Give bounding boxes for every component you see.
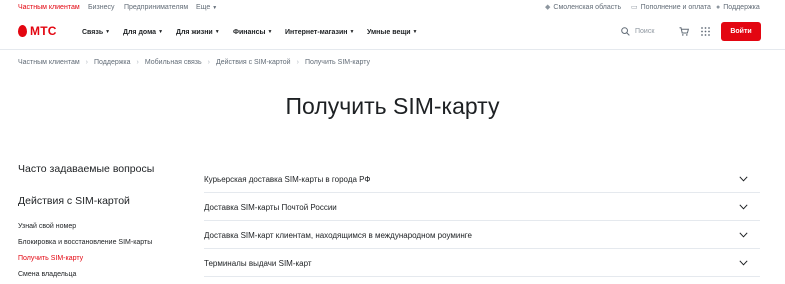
- chevron-down-icon: ▼: [214, 29, 220, 35]
- segment-entrepreneurs[interactable]: Предпринимателям: [124, 4, 188, 12]
- sidebar-item-get-sim[interactable]: Получить SIM-карту: [18, 255, 83, 263]
- support-label: Поддержка: [723, 4, 760, 11]
- support-link[interactable]: ● Поддержка: [716, 4, 760, 12]
- segment-more[interactable]: Еще ▼: [196, 4, 217, 12]
- mts-logo[interactable]: МТС: [18, 25, 57, 37]
- accordion-item[interactable]: Курьерская доставка SIM-карты в города Р…: [204, 165, 760, 193]
- search-placeholder: Поиск: [635, 28, 655, 35]
- chevron-down-icon: [739, 204, 748, 210]
- sidebar-item-find-number[interactable]: Узнай свой номер: [18, 223, 76, 231]
- help-circle-icon: ●: [716, 4, 721, 11]
- chevron-down-icon: ▼: [212, 5, 218, 11]
- nav-label: Связь: [82, 29, 104, 36]
- chevron-right-icon: ›: [207, 59, 210, 66]
- chevron-right-icon: ›: [85, 59, 88, 66]
- nav-home[interactable]: Для дома ▼: [123, 28, 163, 37]
- nav-connection[interactable]: Связь ▼: [82, 28, 110, 37]
- card-icon: ▭: [631, 4, 638, 11]
- accordion-item[interactable]: Доставка SIM-карты Почтой России: [204, 193, 760, 221]
- chevron-down-icon: ▼: [105, 29, 111, 35]
- accordion-item-title: Курьерская доставка SIM-карты в города Р…: [204, 175, 371, 184]
- nav-shop[interactable]: Интернет-магазин ▼: [285, 28, 354, 37]
- login-button[interactable]: Войти: [721, 22, 761, 41]
- breadcrumb-current: Получить SIM-карту: [304, 59, 371, 66]
- nav-label: Умные вещи: [367, 29, 411, 36]
- chevron-down-icon: [739, 176, 748, 182]
- nav-label: Интернет-магазин: [285, 29, 348, 36]
- chevron-down-icon: ▼: [158, 29, 164, 35]
- segment-more-label: Еще: [196, 4, 211, 11]
- breadcrumb-item[interactable]: Мобильная связь: [145, 59, 202, 66]
- breadcrumb-item[interactable]: Действия с SIM-картой: [216, 59, 291, 66]
- nav-label: Финансы: [233, 29, 266, 36]
- region-selector[interactable]: ◆ Смоленская область: [545, 4, 621, 12]
- chevron-down-icon: [739, 260, 748, 266]
- breadcrumb: Частным клиентам › Поддержка › Мобильная свя…: [18, 59, 370, 67]
- accordion-item-title: Доставка SIM-карты Почтой России: [204, 203, 337, 212]
- sidebar-item-change-owner[interactable]: Смена владельца: [18, 271, 76, 279]
- cart-icon[interactable]: [679, 27, 689, 36]
- accordion-item-title: Терминалы выдачи SIM-карт: [204, 259, 312, 268]
- sidebar-item-block-restore[interactable]: Блокировка и восстановление SIM-карты: [18, 239, 152, 247]
- sidebar-faq-link[interactable]: Часто задаваемые вопросы: [18, 163, 154, 175]
- breadcrumb-item[interactable]: Частным клиентам: [18, 59, 80, 66]
- search-icon: [621, 27, 630, 36]
- chevron-down-icon: ▼: [412, 29, 418, 35]
- top-utility-bar: Частным клиентам Бизнесу Предпринимателя…: [0, 0, 785, 16]
- accordion-item[interactable]: Терминалы выдачи SIM-карт: [204, 249, 760, 277]
- region-label: Смоленская область: [553, 4, 622, 11]
- apps-grid-icon[interactable]: [701, 27, 710, 36]
- segment-business[interactable]: Бизнесу: [88, 4, 114, 12]
- location-pin-icon: ◆: [545, 4, 551, 11]
- topup-link[interactable]: ▭ Пополнение и оплата: [631, 4, 711, 12]
- chevron-down-icon: [739, 232, 748, 238]
- nav-smart-things[interactable]: Умные вещи ▼: [367, 28, 418, 37]
- nav-label: Для дома: [123, 29, 157, 36]
- sidebar-section-title[interactable]: Действия с SIM-картой: [18, 195, 130, 207]
- chevron-right-icon: ›: [136, 59, 139, 66]
- header-divider: [0, 49, 785, 50]
- nav-life[interactable]: Для жизни ▼: [176, 28, 220, 37]
- segment-private[interactable]: Частным клиентам: [18, 4, 80, 12]
- chevron-down-icon: ▼: [267, 29, 273, 35]
- chevron-right-icon: ›: [296, 59, 299, 66]
- mts-egg-icon: [18, 25, 27, 37]
- breadcrumb-item[interactable]: Поддержка: [94, 59, 131, 66]
- accordion-item[interactable]: Доставка SIM-карт клиентам, находящимся …: [204, 221, 760, 249]
- search-field[interactable]: Поиск: [621, 27, 654, 36]
- topup-label: Пополнение и оплата: [640, 4, 711, 11]
- nav-finance[interactable]: Финансы ▼: [233, 28, 272, 37]
- accordion-item-title: Доставка SIM-карт клиентам, находящимся …: [204, 231, 472, 240]
- page-title: Получить SIM-карту: [285, 93, 500, 119]
- chevron-down-icon: ▼: [349, 29, 355, 35]
- logo-text: МТС: [30, 24, 57, 38]
- nav-label: Для жизни: [176, 29, 213, 36]
